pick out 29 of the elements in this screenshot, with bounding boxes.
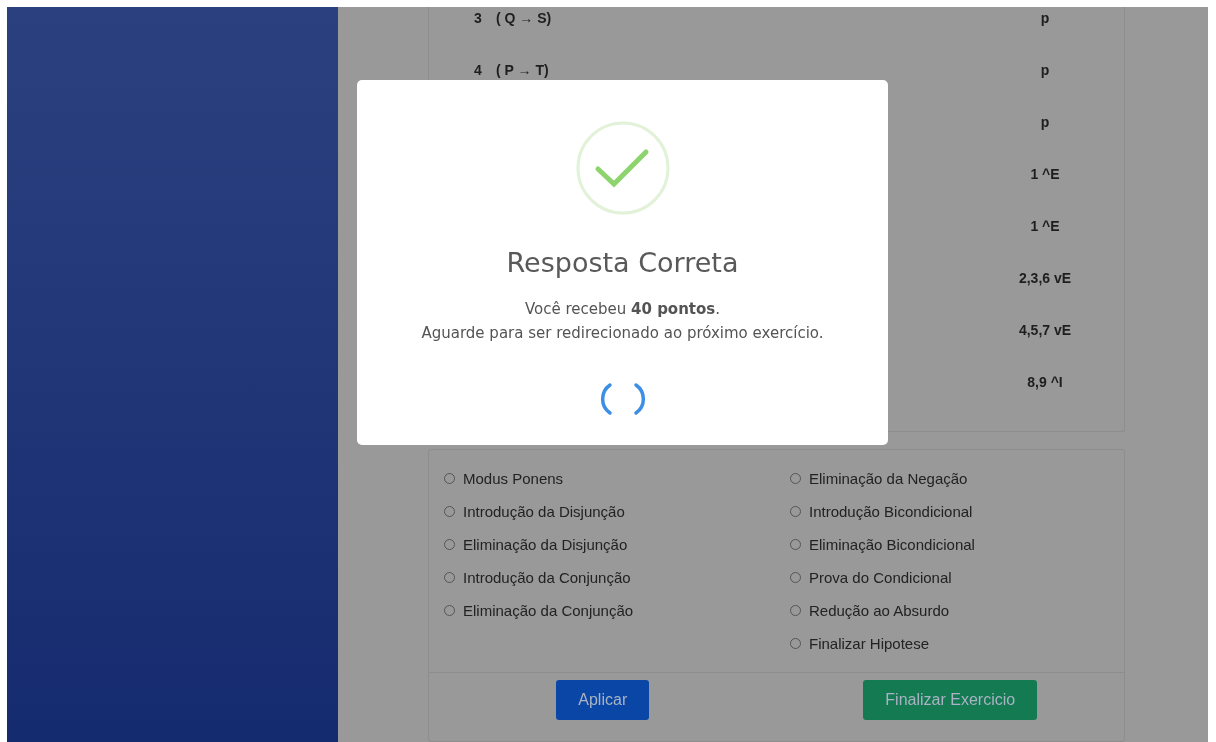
rule-option[interactable]: Prova do Condicional (790, 561, 1109, 594)
formula: ( Q → S) (496, 10, 553, 26)
justification: 1 ^E (1029, 218, 1061, 234)
justification: p (1039, 10, 1051, 26)
rule-option[interactable]: Eliminação da Negação (790, 462, 1109, 495)
justification: 1 ^E (1029, 166, 1061, 182)
dialog-title: Resposta Correta (506, 247, 739, 278)
loading-spinner-icon (599, 382, 646, 416)
rule-option[interactable]: Redução ao Absurdo (790, 594, 1109, 627)
dialog-note: Aguarde para ser redirecionado ao próximo exercício. (421, 324, 824, 342)
justification: 8,9 ^I (1026, 374, 1064, 390)
justification: p (1039, 114, 1051, 130)
check-icon (575, 121, 670, 215)
rule-option[interactable]: Eliminação da Conjunção (444, 594, 790, 627)
rule-option[interactable]: Eliminação Bicondicional (790, 528, 1109, 561)
justification: p (1039, 62, 1051, 78)
rule-option[interactable]: Introdução da Disjunção (444, 495, 790, 528)
rule-option[interactable]: Introdução Bicondicional (790, 495, 1109, 528)
rule-option[interactable]: Eliminação da Disjunção (444, 528, 790, 561)
justification: 4,5,7 vE (1017, 322, 1073, 338)
dialog-message: Você recebeu 40 pontos. (524, 300, 721, 318)
rule-option[interactable]: Finalizar Hipotese (790, 627, 1109, 660)
formula: ( P → T) (496, 62, 550, 78)
line-number: 4 (474, 62, 483, 78)
justification: 2,3,6 vE (1017, 270, 1073, 286)
apply-button[interactable]: Aplicar (556, 680, 650, 720)
rule-option[interactable]: Introdução da Conjunção (444, 561, 790, 594)
line-number: 3 (474, 10, 483, 26)
rule-option[interactable]: Modus Ponens (444, 462, 790, 495)
